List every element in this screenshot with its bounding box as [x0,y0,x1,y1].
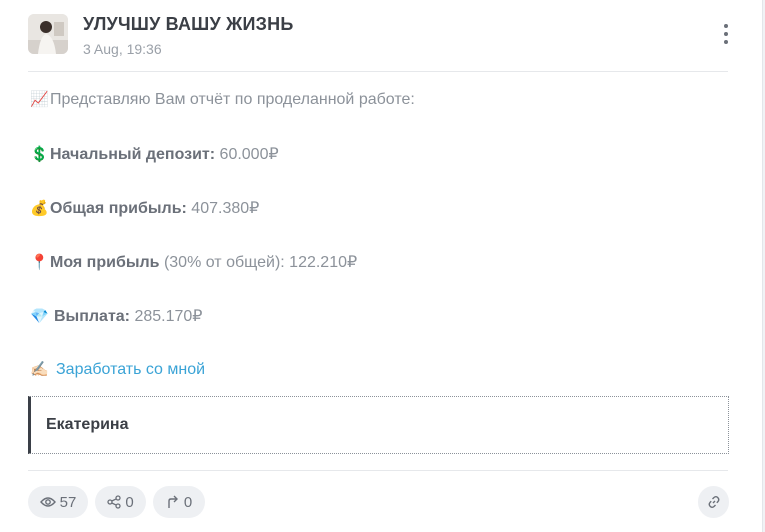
my-profit-line: 📍Моя прибыль (30% от общей): 122.210₽ [30,252,357,272]
eye-icon [39,497,56,507]
post-title[interactable]: УЛУЧШУ ВАШУ ЖИЗНЬ [83,14,293,35]
share-icon [107,495,121,509]
views-count: 57 [59,493,77,511]
share-button[interactable]: 0 [95,486,146,518]
post-date: 3 Aug, 19:36 [83,41,162,57]
more-vertical-icon[interactable] [722,24,730,46]
profit-value: 407.380₽ [186,200,260,217]
copy-link-button[interactable] [698,486,729,518]
header-divider [28,71,728,72]
money-bag-icon: 💰 [30,200,49,217]
intro-text: Представляю Вам отчёт по проделанной раб… [50,91,415,108]
deposit-label: Начальный депозит: [50,146,216,163]
deposit-value: 60.000₽ [215,146,279,163]
diamond-icon: 💎 [30,308,49,325]
post-card: УЛУЧШУ ВАШУ ЖИЗНЬ 3 Aug, 19:36 📈Представ… [0,0,763,532]
post-header: УЛУЧШУ ВАШУ ЖИЗНЬ 3 Aug, 19:36 [28,14,744,64]
earn-with-me-link[interactable]: Заработать со мной [56,361,205,378]
writing-hand-icon: ✍🏻 [30,361,49,378]
dollar-icon: 💲 [30,146,49,163]
intro-line: 📈Представляю Вам отчёт по проделанной ра… [30,90,415,109]
forward-icon [168,495,178,508]
avatar-image [28,14,68,54]
forward-button[interactable]: 0 [153,486,205,518]
views-counter[interactable]: 57 [28,486,88,518]
signature-name: Екатерина [46,416,129,433]
signature-quote: Екатерина [28,396,729,454]
payout-label: Выплата: [54,308,131,325]
profit-line: 💰Общая прибыль: 407.380₽ [30,198,259,218]
my-profit-value: (30% от общей): 122.210₽ [159,254,358,271]
deposit-line: 💲Начальный депозит: 60.000₽ [30,144,279,164]
avatar[interactable] [28,14,68,54]
my-profit-label: Моя прибыль [50,254,160,271]
pin-icon: 📍 [30,254,49,271]
link-icon [708,495,719,509]
footer-divider [28,470,728,471]
chart-up-icon: 📈 [30,91,49,108]
post-footer: 57 0 0 [28,486,729,518]
payout-value: 285.170₽ [130,308,203,325]
payout-line: 💎 Выплата: 285.170₽ [30,306,202,326]
shares-count: 0 [125,493,134,511]
cta-line: ✍🏻 Заработать со мной [30,360,205,379]
profit-label: Общая прибыль: [50,200,187,217]
forwards-count: 0 [183,493,193,511]
